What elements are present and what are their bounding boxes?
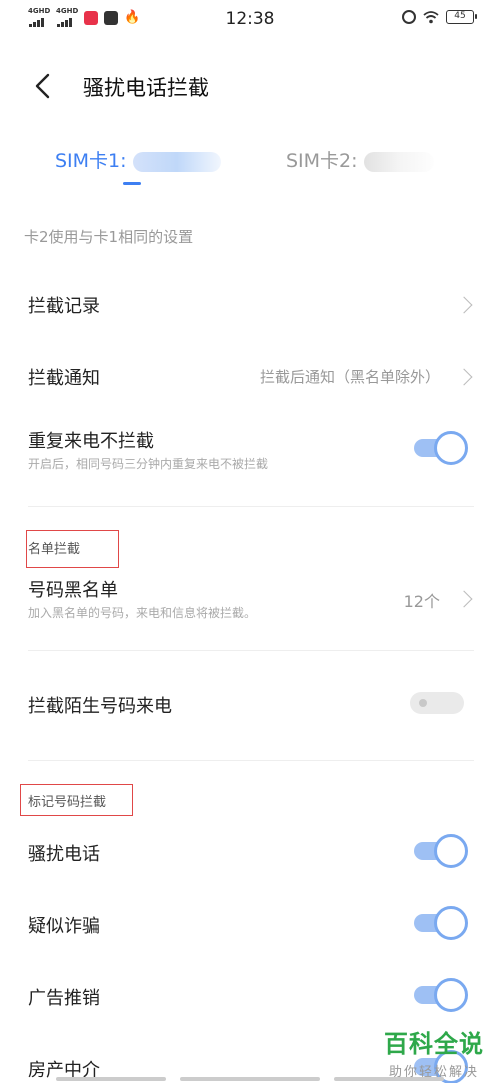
divider — [28, 760, 474, 761]
row-desc: 加入黑名单的号码，来电和信息将被拦截。 — [28, 606, 257, 620]
watermark: 百科全说 助你轻松解决 — [384, 1024, 484, 1080]
redacted-carrier-name — [132, 151, 221, 172]
chevron-right-icon — [455, 590, 473, 608]
row-label: 疑似诈骗 — [28, 916, 100, 937]
status-bar: 4GHD 4GHD 🔥 12:38 45 — [0, 0, 500, 40]
active-tab-indicator — [123, 182, 141, 185]
row-label: 拦截陌生号码来电 — [28, 696, 172, 717]
tab-sim2[interactable]: SIM卡2: — [286, 146, 434, 173]
sim-tabs: SIM卡1: SIM卡2: — [0, 140, 500, 190]
alarm-icon — [402, 10, 416, 24]
row-intercept-records[interactable]: 拦截记录 — [0, 282, 500, 328]
row-intercept-notify[interactable]: 拦截通知 拦截后通知（黑名单除外） — [0, 354, 500, 400]
back-arrow-icon[interactable] — [30, 72, 58, 100]
battery-icon: 45 — [446, 10, 477, 24]
repeat-call-toggle[interactable] — [414, 431, 468, 465]
gesture-bar — [56, 1077, 166, 1081]
row-stranger-calls: 拦截陌生号码来电 — [0, 680, 500, 726]
row-value: 拦截后通知（黑名单除外） — [259, 368, 440, 386]
chevron-right-icon — [455, 296, 473, 314]
row-label: 骚扰电话 — [28, 844, 100, 865]
row-label: 广告推销 — [28, 988, 100, 1009]
chevron-right-icon — [455, 368, 473, 386]
gesture-bar — [334, 1077, 444, 1081]
blacklist-count: 12个 — [403, 592, 440, 611]
divider — [28, 650, 474, 651]
divider — [28, 506, 474, 507]
tab-sim2-label: SIM卡2: — [286, 150, 358, 172]
row-label: 号码黑名单 — [28, 580, 118, 601]
harass-toggle[interactable] — [414, 834, 468, 868]
app-header: 骚扰电话拦截 — [0, 60, 500, 112]
section-header-mark: 标记号码拦截 — [28, 795, 107, 810]
row-label: 拦截通知 — [28, 368, 100, 389]
fraud-toggle[interactable] — [414, 906, 468, 940]
redacted-carrier-name-2 — [363, 151, 434, 172]
wifi-icon — [423, 11, 439, 24]
status-right: 45 — [402, 10, 477, 24]
gesture-bar — [180, 1077, 320, 1081]
page-title: 骚扰电话拦截 — [83, 76, 209, 100]
watermark-title: 百科全说 — [384, 1030, 484, 1058]
stranger-calls-toggle[interactable] — [410, 686, 464, 720]
row-blacklist[interactable]: 号码黑名单 加入黑名单的号码，来电和信息将被拦截。 12个 — [0, 570, 500, 630]
section-header-list: 名单拦截 — [28, 542, 81, 557]
row-fraud: 疑似诈骗 — [0, 902, 500, 948]
row-harass-calls: 骚扰电话 — [0, 830, 500, 876]
tab-sim1[interactable]: SIM卡1: — [55, 146, 221, 173]
row-desc: 开启后，相同号码三分钟内重复来电不被拦截 — [28, 457, 269, 471]
row-label: 重复来电不拦截 — [28, 431, 154, 452]
tab-sim1-label: SIM卡1: — [55, 150, 127, 172]
sim2-settings-note: 卡2使用与卡1相同的设置 — [24, 228, 194, 246]
row-label: 拦截记录 — [28, 296, 100, 317]
row-ads: 广告推销 — [0, 974, 500, 1020]
row-repeat-call: 重复来电不拦截 开启后，相同号码三分钟内重复来电不被拦截 — [0, 420, 500, 484]
ads-toggle[interactable] — [414, 978, 468, 1012]
